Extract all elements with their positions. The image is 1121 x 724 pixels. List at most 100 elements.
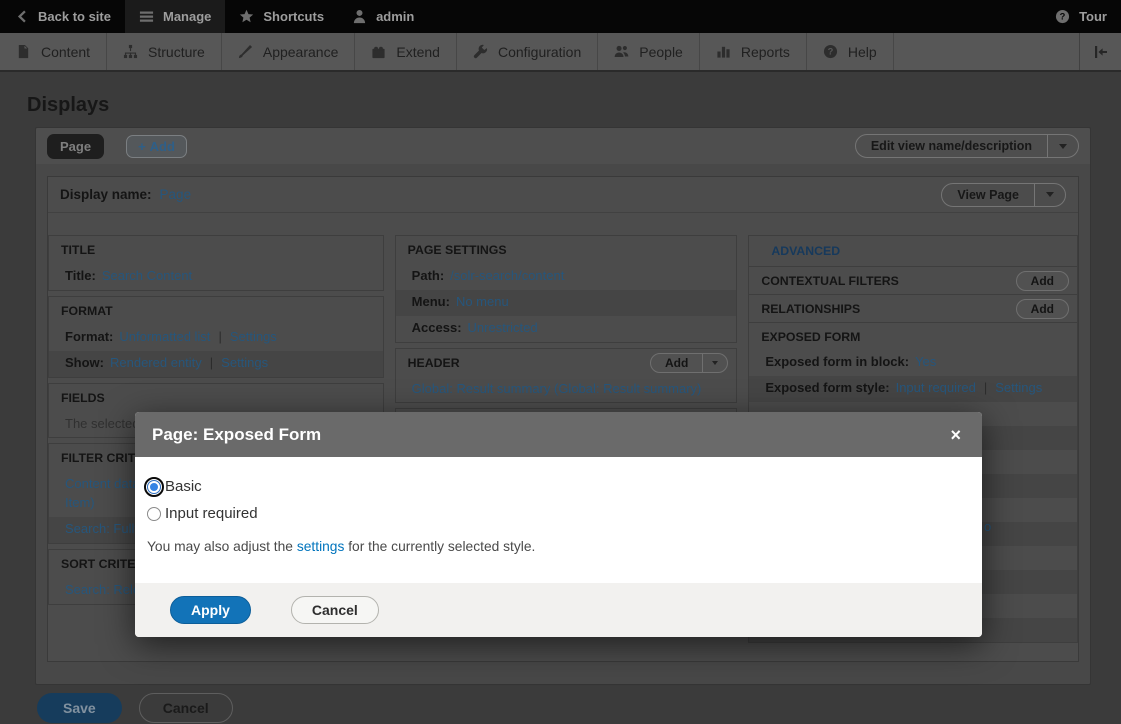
view-page-button[interactable]: View Page: [941, 183, 1066, 207]
toolbar-item-label: admin: [376, 9, 414, 24]
section-header-advanced[interactable]: ADVANCED: [749, 236, 1077, 266]
collapse-left-icon: [1093, 44, 1109, 60]
toolbar-item-label: Help: [848, 44, 877, 60]
toolbar-item-configuration[interactable]: Configuration: [457, 33, 598, 70]
display-name-link[interactable]: Page: [160, 187, 192, 202]
toolbar-item-people[interactable]: People: [598, 33, 700, 70]
setting-link[interactable]: Global: Result summary (Global: Result s…: [412, 381, 702, 396]
dialog-titlebar[interactable]: Page: Exposed Form ×: [135, 412, 982, 457]
section-box: HEADERAddGlobal: Result summary (Global:…: [395, 348, 738, 404]
tour-label: Tour: [1079, 9, 1107, 24]
question-circle-icon: ?: [823, 44, 838, 59]
setting-link[interactable]: Settings: [230, 329, 277, 344]
people-icon: [614, 44, 629, 59]
toolbar-item-label: Shortcuts: [263, 9, 324, 24]
toolbar-item-label: Manage: [163, 9, 211, 24]
toolbar-item-label: Content: [41, 44, 90, 60]
setting-link[interactable]: No menu: [456, 294, 509, 309]
setting-link[interactable]: Rendered entity: [110, 355, 202, 370]
dialog-cancel-button[interactable]: Cancel: [291, 596, 379, 624]
toolbar-item-shortcuts[interactable]: Shortcuts: [225, 0, 338, 33]
column-second: PAGE SETTINGS Path: /solr-search/contentMe…: [395, 235, 738, 438]
setting-link[interactable]: /solr-search/content: [450, 268, 564, 283]
toolbar-item-structure[interactable]: Structure: [107, 33, 222, 70]
add-button[interactable]: Add: [1016, 271, 1069, 291]
document-icon: [16, 44, 31, 59]
section-box: FORMAT Format: Unformatted list| Settings Sh…: [48, 296, 384, 378]
dialog-body: Basic Input required You may also adjust…: [135, 457, 982, 554]
section-header-page-settings: PAGE SETTINGS: [396, 236, 737, 264]
setting-link[interactable]: Settings: [221, 355, 268, 370]
setting-link[interactable]: Input required: [896, 380, 976, 395]
add-button[interactable]: Add: [650, 353, 728, 373]
setting-link[interactable]: Settings: [995, 380, 1042, 395]
toolbar-item-label: Extend: [396, 44, 440, 60]
exposed-form-dialog: Page: Exposed Form × Basic Input require…: [135, 412, 982, 637]
toolbar-item-extend[interactable]: Extend: [355, 33, 457, 70]
section-header-format: FORMAT: [49, 297, 383, 325]
barchart-icon: [716, 44, 731, 59]
setting-link[interactable]: Unformatted list: [119, 329, 210, 344]
setting-row: Path: /solr-search/content: [396, 264, 737, 290]
close-icon[interactable]: ×: [946, 424, 965, 446]
toolbar-item-label: Appearance: [263, 44, 339, 60]
setting-label: Path:: [412, 268, 445, 283]
dialog-note: You may also adjust the settings for the…: [147, 539, 966, 554]
setting-link[interactable]: Yes: [915, 354, 936, 369]
apply-button[interactable]: Apply: [170, 596, 251, 624]
separator: |: [984, 380, 987, 395]
setting-row: Exposed form in block:Yes: [749, 350, 1077, 376]
clipped-link[interactable]: o: [984, 519, 991, 534]
toolbar-item-label: Back to site: [38, 9, 111, 24]
toolbar-item-admin-user[interactable]: admin: [338, 0, 428, 33]
cancel-button[interactable]: Cancel: [139, 693, 233, 723]
separator: |: [210, 355, 213, 370]
toolbar-item-reports[interactable]: Reports: [700, 33, 807, 70]
section-header-title: TITLE: [49, 236, 383, 264]
svg-text:?: ?: [828, 47, 834, 57]
page-title: Displays: [27, 94, 1121, 117]
save-button[interactable]: Save: [37, 693, 122, 723]
setting-link[interactable]: Search Content: [102, 268, 192, 283]
toolbar-item-back-to-site[interactable]: Back to site: [0, 0, 125, 33]
paintbrush-icon: [238, 44, 253, 59]
tab-page-display[interactable]: Page: [47, 134, 104, 159]
display-tabs-strip: Page + Add Edit view name/description: [36, 128, 1090, 164]
setting-link[interactable]: Unrestricted: [468, 320, 538, 335]
setting-label: Format:: [65, 329, 113, 344]
hamburger-icon: [139, 9, 154, 24]
settings-link[interactable]: settings: [297, 539, 345, 554]
setting-row: Title:Search Content: [49, 264, 383, 290]
dialog-buttonpane: Apply Cancel: [135, 583, 982, 637]
toolbar-item-appearance[interactable]: Appearance: [222, 33, 356, 70]
toolbar-item-manage[interactable]: Manage: [125, 0, 225, 33]
setting-row: Exposed form style:Input required|Settin…: [749, 376, 1077, 402]
toolbar-item-content[interactable]: Content: [0, 33, 107, 70]
admin-menu-tray: Content Structure Appearance Extend Configur…: [0, 33, 1121, 72]
edit-view-name-button[interactable]: Edit view name/description: [855, 134, 1079, 158]
plus-icon: +: [138, 139, 146, 154]
section-header-fields: FIELDS: [49, 384, 383, 412]
person-icon: [352, 9, 367, 24]
add-display-button[interactable]: + Add: [126, 135, 187, 158]
radio-icon[interactable]: [147, 507, 161, 521]
toolbar-item-help[interactable]: ? Help: [807, 33, 894, 70]
display-name-label: Display name:: [60, 187, 152, 202]
toolbar-orientation-toggle[interactable]: [1079, 33, 1121, 70]
setting-label: Show:: [65, 355, 104, 370]
section-box: TITLETitle:Search Content: [48, 235, 384, 291]
chevron-down-icon[interactable]: [702, 354, 727, 372]
chevron-down-icon[interactable]: [1047, 135, 1078, 157]
chevron-down-icon[interactable]: [1034, 184, 1065, 206]
dialog-title: Page: Exposed Form: [152, 425, 321, 445]
section-header-relationships: RELATIONSHIPSAdd: [749, 294, 1077, 322]
sitemap-icon: [123, 44, 138, 59]
add-button[interactable]: Add: [1016, 299, 1069, 319]
radio-icon[interactable]: [147, 480, 161, 494]
radio-option-basic[interactable]: Basic: [147, 478, 966, 495]
setting-label: Menu:: [412, 294, 450, 309]
tour-button[interactable]: ? Tour: [1041, 0, 1121, 33]
toolbar-item-label: Configuration: [498, 44, 581, 60]
svg-text:?: ?: [1060, 12, 1066, 22]
radio-option-input-required[interactable]: Input required: [147, 505, 966, 522]
